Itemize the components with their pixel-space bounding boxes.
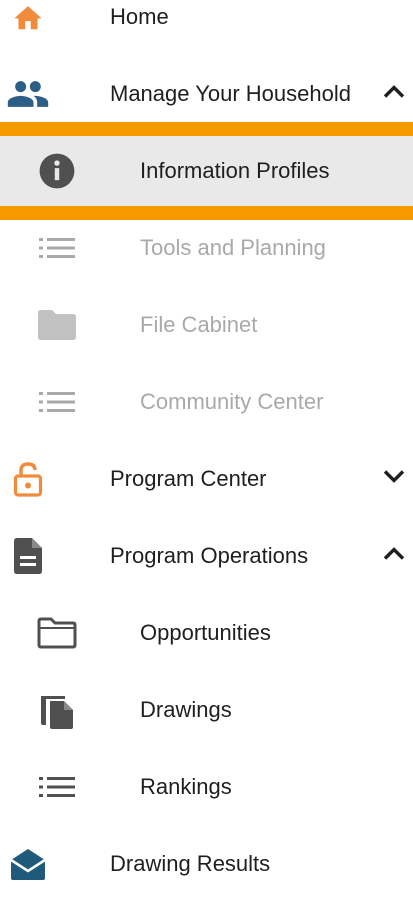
document-icon — [14, 537, 42, 574]
nav-item-home[interactable]: Home — [0, 0, 413, 55]
folder-outline-icon — [37, 617, 77, 649]
nav-item-rankings[interactable]: Rankings — [0, 748, 413, 825]
nav-item-opportunities[interactable]: Opportunities — [0, 594, 413, 671]
nav-item-label: Community Center — [140, 388, 324, 414]
side-navigation: Home Manage Your Household Information P… — [0, 0, 413, 882]
chevron-down-icon[interactable] — [383, 469, 405, 488]
nav-item-label: Drawings — [140, 696, 232, 722]
chevron-up-icon[interactable] — [383, 84, 405, 103]
nav-item-tools-and-planning: Tools and Planning — [0, 209, 413, 286]
list-icon — [39, 391, 75, 413]
chevron-up-icon[interactable] — [383, 546, 405, 565]
folder-icon — [38, 309, 76, 340]
home-icon — [11, 2, 45, 32]
envelope-open-icon — [9, 847, 47, 881]
nav-item-file-cabinet: File Cabinet — [0, 286, 413, 363]
nav-item-label: Information Profiles — [140, 158, 330, 183]
nav-item-label: Tools and Planning — [140, 234, 326, 260]
nav-item-drawing-results[interactable]: Drawing Results — [0, 825, 413, 902]
nav-item-label: Drawing Results — [110, 850, 271, 876]
nav-item-drawings[interactable]: Drawings — [0, 671, 413, 748]
nav-item-label: Home — [110, 3, 169, 29]
nav-item-program-center[interactable]: Program Center — [0, 440, 413, 517]
selection-highlight-top — [0, 122, 413, 136]
nav-item-label: Rankings — [140, 773, 232, 799]
people-icon — [6, 80, 50, 107]
nav-item-label: Manage Your Household — [110, 80, 351, 106]
list-icon — [39, 237, 75, 259]
nav-item-manage-household[interactable]: Manage Your Household — [0, 55, 413, 132]
nav-item-label: File Cabinet — [140, 311, 258, 337]
nav-item-label: Opportunities — [140, 619, 271, 645]
nav-item-community-center: Community Center — [0, 363, 413, 440]
copy-icon — [39, 690, 75, 730]
nav-item-label: Program Operations — [110, 542, 309, 568]
nav-item-label: Program Center — [110, 465, 267, 491]
nav-item-information-profiles[interactable]: Information Profiles — [0, 136, 413, 206]
list-icon — [39, 776, 75, 798]
lock-open-icon — [13, 461, 43, 497]
info-circle-icon — [38, 152, 76, 190]
nav-item-program-operations[interactable]: Program Operations — [0, 517, 413, 594]
